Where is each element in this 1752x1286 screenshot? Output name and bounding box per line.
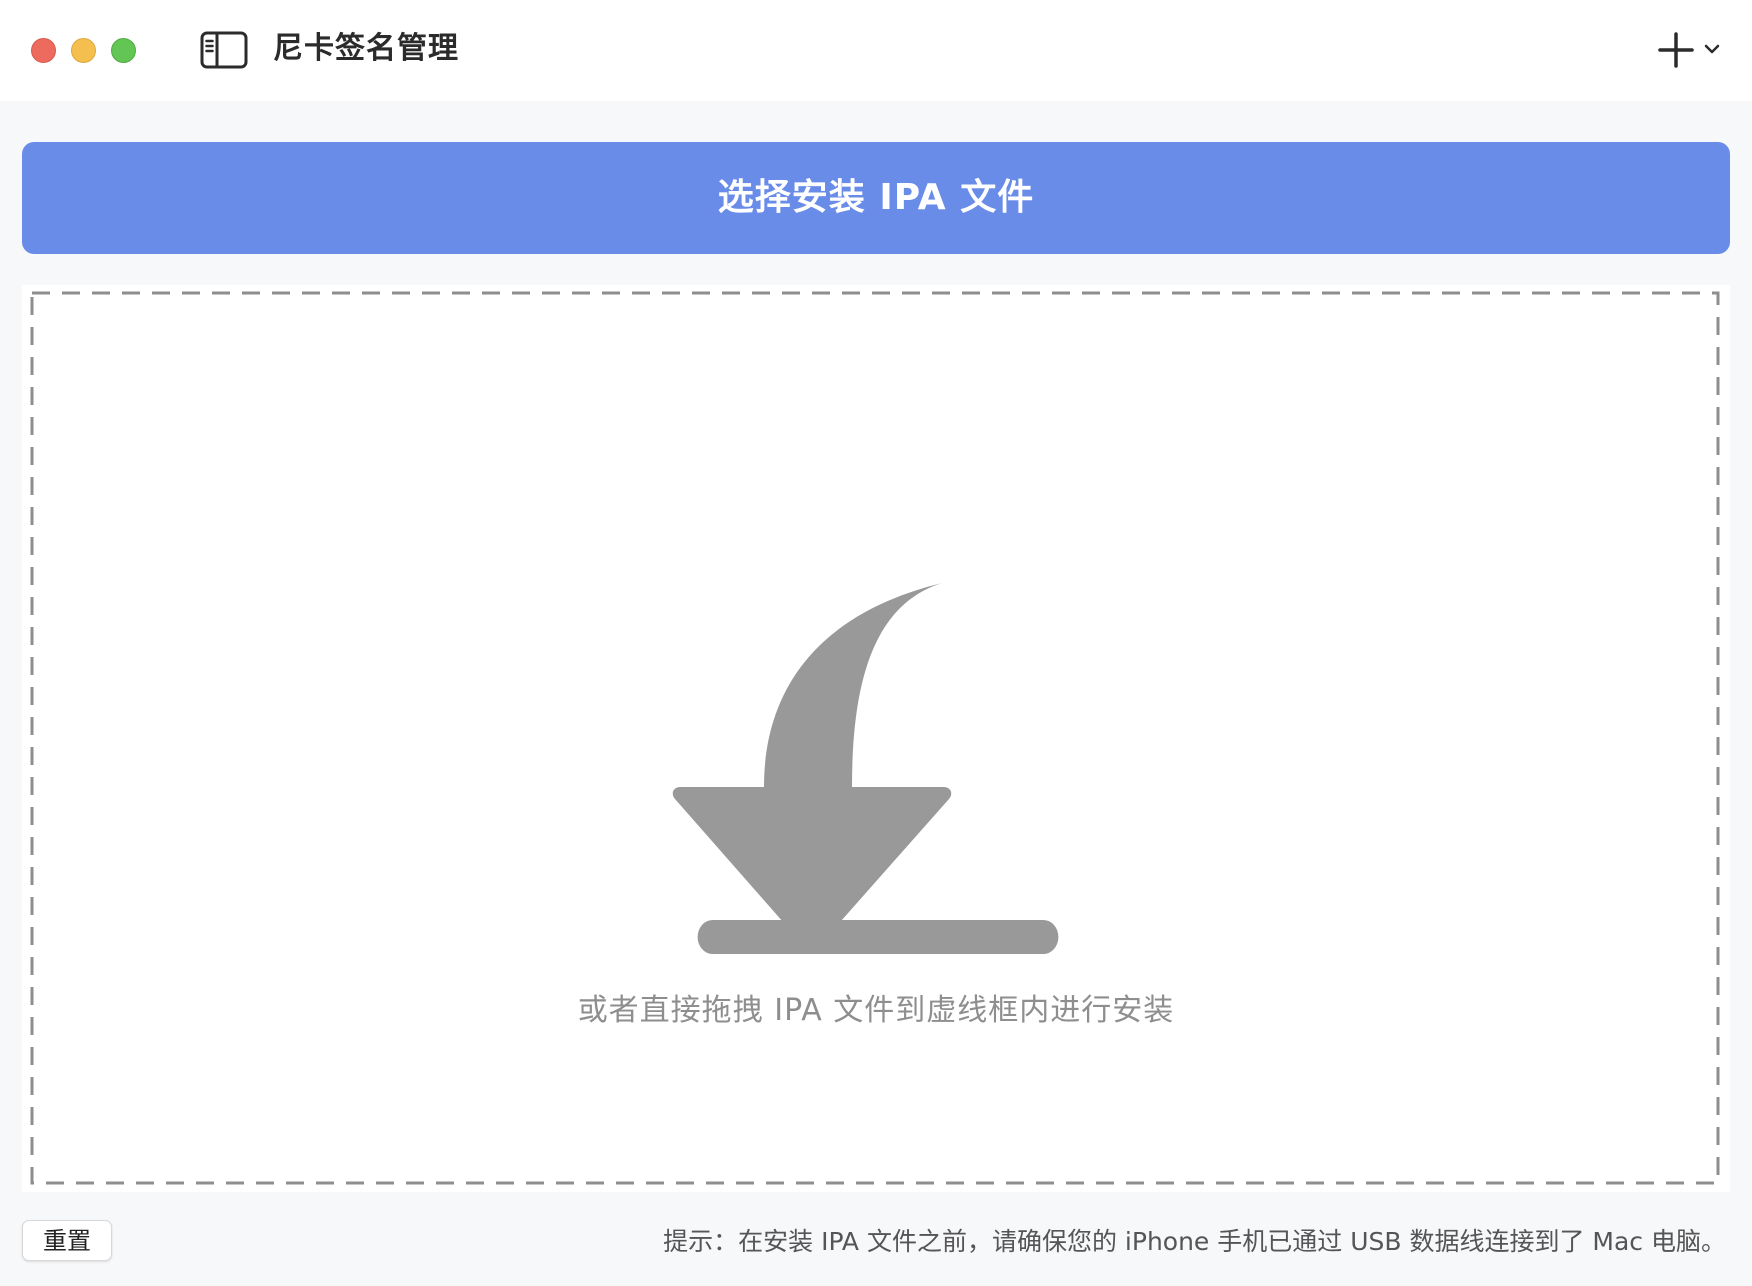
window-title: 尼卡签名管理 — [273, 31, 459, 66]
sidebar-toggle-button[interactable] — [200, 31, 248, 69]
select-ipa-button[interactable]: 选择安装 IPA 文件 — [22, 142, 1730, 254]
app-window: 尼卡签名管理 选择安装 IPA 文件 或者直接拖拽 IPA 文件到虚线框内进行安… — [0, 0, 1752, 1286]
title-bar: 尼卡签名管理 — [0, 0, 1752, 101]
close-window-button[interactable] — [31, 38, 56, 63]
plus-icon — [1658, 32, 1694, 68]
ipa-drop-zone[interactable]: 或者直接拖拽 IPA 文件到虚线框内进行安装 — [22, 285, 1730, 1192]
chevron-down-icon — [1704, 44, 1720, 54]
maximize-window-button[interactable] — [111, 38, 136, 63]
minimize-window-button[interactable] — [71, 38, 96, 63]
reset-button[interactable]: 重置 — [22, 1220, 112, 1261]
sidebar-left-icon — [200, 31, 248, 69]
download-arrow-icon — [672, 583, 1059, 954]
connection-tip-text: 提示：在安装 IPA 文件之前，请确保您的 iPhone 手机已通过 USB 数… — [663, 1227, 1726, 1256]
drop-hint-text: 或者直接拖拽 IPA 文件到虚线框内进行安装 — [577, 993, 1175, 1028]
add-menu-button[interactable] — [1656, 30, 1722, 70]
